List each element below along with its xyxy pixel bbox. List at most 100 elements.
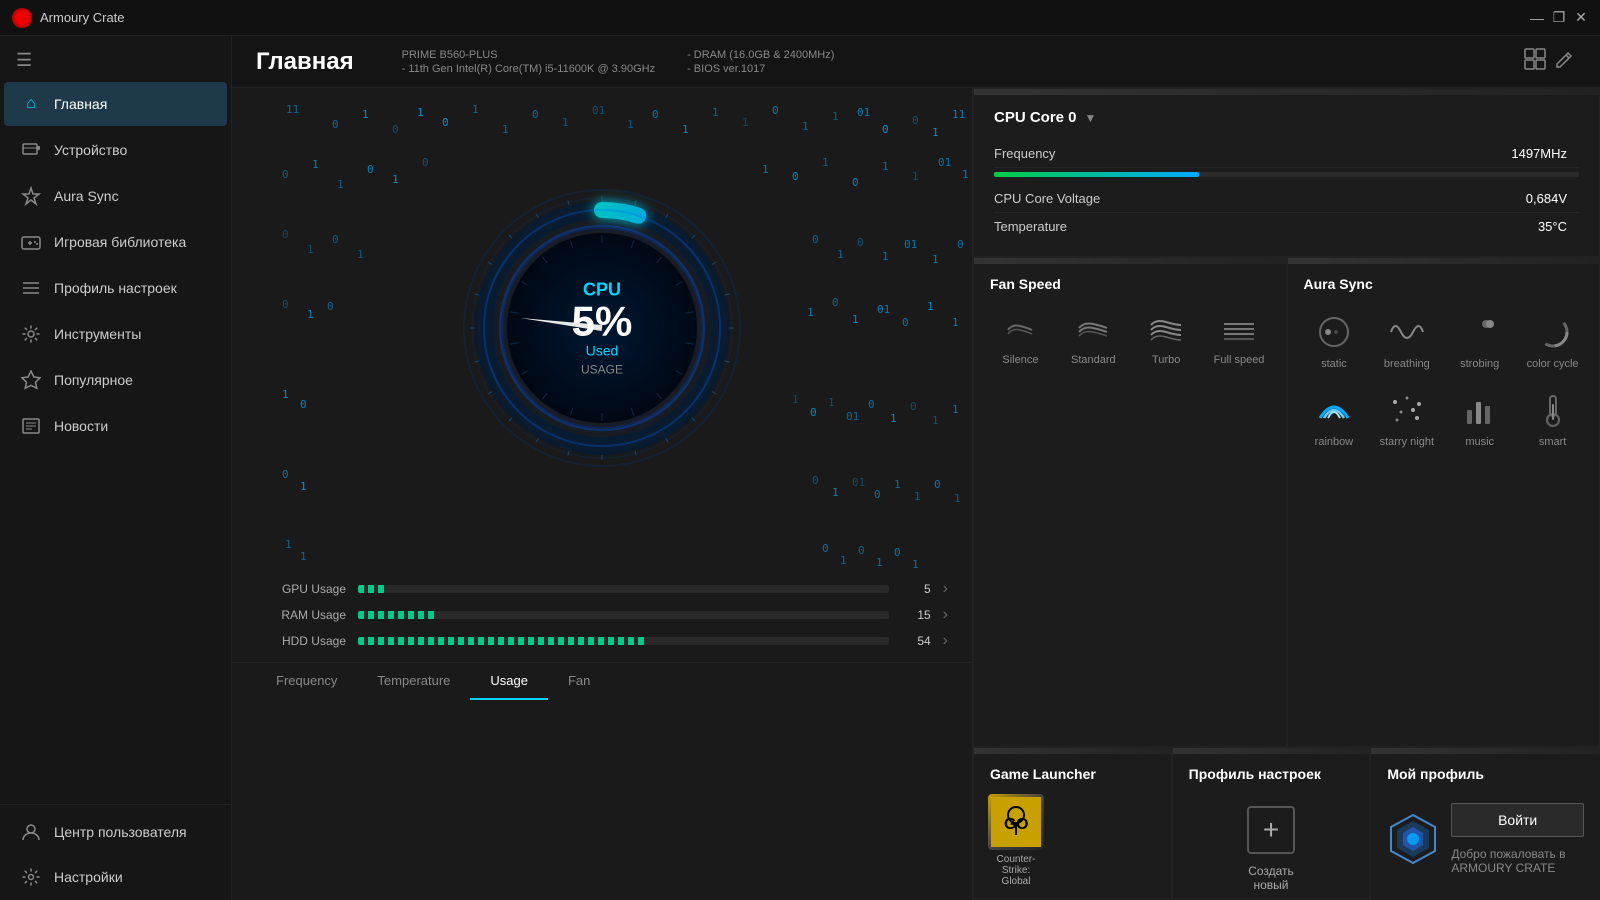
matrix-number: 1 (932, 414, 939, 427)
home-icon: ⌂ (20, 93, 42, 115)
tab-temperature[interactable]: Temperature (357, 663, 470, 700)
matrix-number: 01 (857, 106, 870, 119)
sidebar-item-home[interactable]: ⌂ Главная (4, 82, 227, 126)
tab-frequency[interactable]: Frequency (256, 663, 357, 700)
fan-label-standard: Standard (1071, 354, 1116, 366)
bar-expand-1[interactable]: › (943, 606, 948, 624)
fan-mode-standard[interactable]: Standard (1059, 304, 1128, 374)
minimize-button[interactable]: — (1530, 11, 1544, 25)
aura-label-breathing: breathing (1384, 358, 1430, 370)
voltage-label: CPU Core Voltage (994, 191, 1526, 206)
sidebar-item-device[interactable]: Устройство (4, 128, 227, 172)
cpu-gauge: CPU 5% Used USAGE (452, 178, 752, 478)
sidebar-label-tools: Инструменты (54, 326, 141, 342)
matrix-number: 0 (934, 478, 941, 491)
close-button[interactable]: ✕ (1574, 11, 1588, 25)
matrix-number: 1 (712, 106, 719, 119)
matrix-number: 0 (822, 542, 829, 555)
fan-mode-silence[interactable]: Silence (986, 304, 1055, 374)
bar-track-0 (358, 585, 889, 593)
matrix-number: 1 (932, 253, 939, 266)
main-content: Главная PRIME B560-PLUS - 11th Gen Intel… (232, 36, 1600, 900)
voltage-value: 0,684V (1526, 191, 1567, 206)
matrix-number: 1 (807, 306, 814, 319)
sidebar-item-user-center[interactable]: Центр пользователя (4, 810, 227, 854)
matrix-number: 1 (852, 313, 859, 326)
matrix-number: 0 (810, 406, 817, 419)
sidebar-item-tools[interactable]: Инструменты (4, 312, 227, 356)
welcome-text: Добро пожаловать в ARMOURY CRATE (1451, 847, 1584, 875)
matrix-number: 1 (914, 490, 921, 503)
create-profile-button[interactable]: + (1247, 806, 1295, 854)
matrix-number: 0 (812, 474, 819, 487)
matrix-number: 0 (912, 114, 919, 127)
fan-mode-full_speed[interactable]: Full speed (1205, 304, 1274, 374)
sidebar-item-settings[interactable]: Настройки (4, 855, 227, 899)
window-controls: — ❐ ✕ (1530, 11, 1588, 25)
cpu-core-dropdown[interactable]: ▼ (1085, 111, 1097, 125)
layout-icon[interactable] (1524, 48, 1546, 75)
usage-bars: GPU Usage 5 › RAM Usage 15 › HDD Usage 5… (232, 568, 972, 650)
login-button[interactable]: Войти (1451, 803, 1584, 837)
tab-fan[interactable]: Fan (548, 663, 610, 700)
fan-speed-panel: Fan Speed Silence Standard Turbo Full sp… (973, 257, 1287, 747)
matrix-number: 0 (282, 168, 289, 181)
edit-icon[interactable] (1554, 48, 1576, 75)
aura-effect-music[interactable]: music (1445, 382, 1514, 456)
cpu-stats-body: Frequency 1497MHz CPU Core Voltage 0,684… (974, 136, 1599, 256)
tab-usage[interactable]: Usage (470, 663, 548, 700)
sidebar-item-news[interactable]: Новости (4, 404, 227, 448)
cpu-used-label: Used (572, 343, 633, 359)
aura-label-starry_night: starry night (1380, 436, 1434, 448)
profiles-icon (20, 277, 42, 299)
aura-effect-starry_night[interactable]: starry night (1372, 382, 1441, 456)
matrix-number: 0 (282, 228, 289, 241)
matrix-number: 1 (307, 243, 314, 256)
matrix-number: 1 (392, 173, 399, 186)
bar-fill-1 (358, 611, 438, 619)
matrix-number: 1 (890, 412, 897, 425)
aura-effect-smart[interactable]: smart (1518, 382, 1587, 456)
bottom-tabs: FrequencyTemperatureUsageFan (232, 662, 972, 700)
matrix-number: 01 (877, 303, 890, 316)
matrix-number: 1 (828, 396, 835, 409)
sidebar-bottom: Центр пользователя Настройки (0, 804, 231, 900)
fan-icon-full_speed (1221, 312, 1257, 348)
aura-effect-color_cycle[interactable]: color cycle (1518, 304, 1587, 378)
matrix-number: 1 (362, 108, 369, 121)
aura-label-music: music (1465, 436, 1494, 448)
game-item-csgo[interactable]: GO Counter-Strike: Global (986, 794, 1046, 887)
temperature-row: Temperature 35°C (994, 213, 1579, 240)
matrix-number: 1 (912, 170, 919, 183)
aura-effect-breathing[interactable]: breathing (1372, 304, 1441, 378)
sidebar-item-popular[interactable]: Популярное (4, 358, 227, 402)
aura-effect-strobing[interactable]: strobing (1445, 304, 1514, 378)
fan-mode-turbo[interactable]: Turbo (1132, 304, 1201, 374)
aura-label-color_cycle: color cycle (1527, 358, 1579, 370)
header-bios: - BIOS ver.1017 (687, 63, 834, 75)
bar-expand-0[interactable]: › (943, 580, 948, 598)
bar-expand-2[interactable]: › (943, 632, 948, 650)
matrix-number: 0 (874, 488, 881, 501)
fan-label-silence: Silence (1002, 354, 1038, 366)
app-logo (12, 8, 32, 28)
matrix-number: 1 (502, 123, 509, 136)
aura-icon-static (1314, 312, 1354, 352)
matrix-number: 01 (938, 156, 951, 169)
cpu-gauge-area: 1101010110101101110110100111011010101011… (232, 88, 972, 568)
matrix-number: 11 (952, 108, 965, 121)
hamburger-menu[interactable]: ☰ (0, 40, 231, 81)
maximize-button[interactable]: ❐ (1552, 11, 1566, 25)
aura-effect-static[interactable]: static (1300, 304, 1369, 378)
matrix-number: 1 (337, 178, 344, 191)
aura-effect-rainbow[interactable]: rainbow (1300, 382, 1369, 456)
sidebar-item-aura[interactable]: Aura Sync (4, 174, 227, 218)
temperature-label: Temperature (994, 219, 1538, 234)
bar-fill-0 (358, 585, 385, 593)
matrix-number: 1 (832, 486, 839, 499)
matrix-number: 1 (952, 316, 959, 329)
sidebar-item-profiles[interactable]: Профиль настроек (4, 266, 227, 310)
matrix-number: 0 (812, 233, 819, 246)
sidebar-item-games[interactable]: Игровая библиотека (4, 220, 227, 264)
matrix-number: 1 (627, 118, 634, 131)
